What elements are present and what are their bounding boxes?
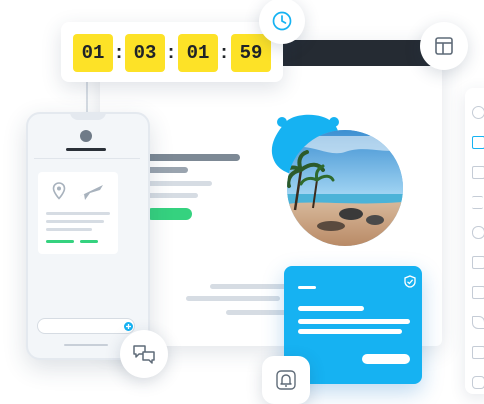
clock-button[interactable] — [259, 0, 305, 44]
pencil-icon[interactable] — [472, 316, 484, 329]
chat-bubbles-icon — [133, 345, 155, 364]
layout-button[interactable] — [420, 22, 468, 70]
avatar — [80, 130, 92, 142]
chat-button[interactable] — [120, 330, 168, 378]
progress-pill — [146, 208, 192, 220]
link-icon[interactable] — [472, 226, 484, 239]
action-pill[interactable] — [362, 354, 410, 364]
text-line — [298, 319, 410, 324]
phone-mockup — [26, 112, 150, 360]
home-indicator — [64, 344, 108, 346]
square-icon[interactable] — [472, 166, 484, 179]
text-line — [46, 228, 92, 231]
text-line — [146, 154, 240, 161]
phone-divider — [34, 158, 140, 159]
text-line — [298, 286, 316, 289]
timer-frames: 59 — [231, 34, 271, 72]
check-shield-icon — [404, 275, 416, 288]
image-icon[interactable] — [472, 136, 484, 149]
play-icon[interactable] — [472, 256, 484, 269]
message-input[interactable] — [37, 318, 135, 334]
bell-icon — [276, 370, 296, 390]
text-line — [186, 296, 280, 301]
airplane-icon — [78, 185, 103, 200]
clock-icon — [272, 11, 292, 31]
map-pin-icon — [52, 182, 66, 200]
chat-icon[interactable] — [472, 376, 484, 389]
timer-separator: : — [167, 42, 175, 63]
countdown-timer: 01 : 03 : 01 : 59 — [61, 22, 283, 82]
send-button[interactable] — [124, 322, 133, 331]
beach-photo — [287, 130, 403, 246]
layout-icon — [435, 37, 453, 55]
timer-hours: 01 — [73, 34, 113, 72]
text-line — [146, 167, 188, 173]
stack-icon[interactable] — [472, 346, 484, 359]
settings-icon[interactable] — [472, 106, 484, 119]
list-icon[interactable] — [472, 196, 483, 209]
phone-notch — [70, 112, 106, 120]
copy-icon[interactable] — [472, 286, 484, 299]
text-line — [146, 193, 198, 198]
green-line — [46, 240, 74, 243]
text-line — [298, 306, 364, 311]
text-line — [298, 329, 402, 334]
text-line — [46, 220, 104, 223]
beach-scene — [287, 130, 403, 246]
timer-separator: : — [115, 42, 123, 63]
plus-icon — [126, 324, 131, 329]
notification-button[interactable] — [262, 356, 310, 404]
text-line — [226, 310, 290, 315]
profile-name-line — [66, 148, 106, 151]
timer-minutes: 03 — [125, 34, 165, 72]
trip-card — [38, 172, 118, 254]
text-line — [46, 212, 110, 215]
green-line — [80, 240, 98, 243]
timer-seconds: 01 — [178, 34, 218, 72]
connector-line — [86, 82, 88, 114]
timer-separator: : — [220, 42, 228, 63]
text-line — [146, 181, 212, 186]
text-line — [210, 284, 286, 289]
right-sidebar — [465, 88, 484, 394]
